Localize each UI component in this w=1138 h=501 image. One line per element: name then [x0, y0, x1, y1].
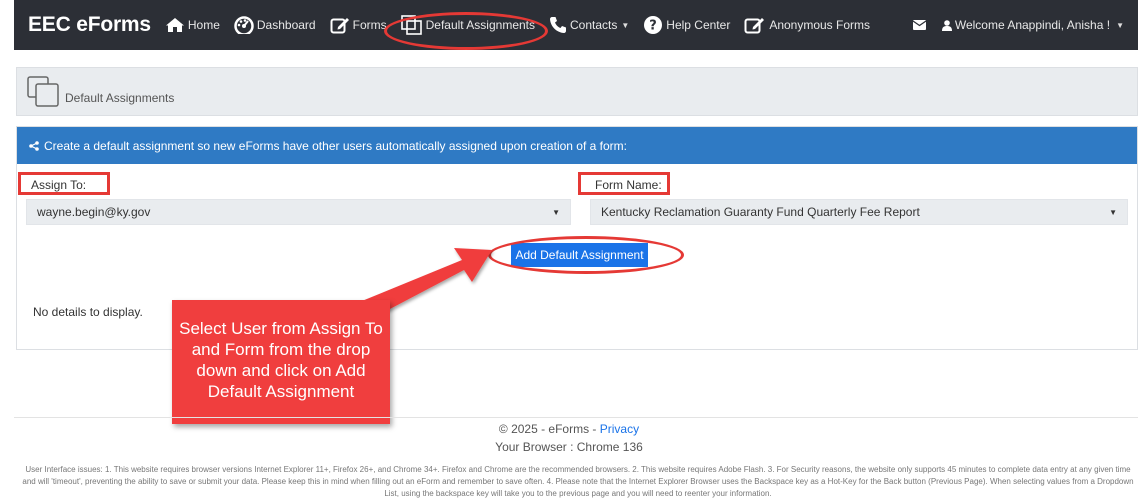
clone-icon	[27, 75, 59, 107]
clone-icon	[400, 15, 422, 35]
nav-forms-label: Forms	[352, 18, 387, 32]
edit-icon	[744, 18, 765, 34]
envelope-icon[interactable]	[912, 20, 926, 30]
nav-contacts-label: Contacts	[570, 18, 618, 32]
footer-divider	[14, 417, 1138, 418]
browser-info: Your Browser : Chrome 136	[495, 440, 643, 454]
assign-to-label: Assign To:	[31, 178, 87, 192]
phone-icon	[550, 17, 566, 33]
nav-anonymous-forms-label: Anonymous Forms	[769, 18, 871, 32]
form-name-value: Kentucky Reclamation Guaranty Fund Quart…	[601, 205, 920, 219]
chevron-down-icon: ▼	[1116, 20, 1124, 30]
user-icon	[941, 19, 952, 31]
nav-default-assignments[interactable]: Default Assignments	[400, 0, 535, 50]
dashboard-icon	[234, 16, 254, 34]
brand-logo-text[interactable]: EEC eForms	[28, 13, 151, 37]
nav-dashboard-label: Dashboard	[256, 18, 316, 32]
nav-dashboard[interactable]: Dashboard	[234, 0, 316, 50]
nav-contacts[interactable]: Contacts ▼	[549, 0, 629, 50]
svg-text:?: ?	[650, 19, 658, 34]
welcome-text: Welcome Anappindi, Anisha !	[954, 18, 1111, 32]
assign-to-select[interactable]: wayne.begin@ky.gov ▼	[26, 199, 571, 225]
nav-anonymous-forms[interactable]: Anonymous Forms	[744, 0, 870, 50]
page-title-panel: Default Assignments	[16, 67, 1138, 116]
add-default-assignment-button[interactable]: Add Default Assignment	[511, 243, 648, 267]
home-icon	[165, 18, 184, 32]
page-title: Default Assignments	[65, 90, 175, 105]
nav-default-assignments-label: Default Assignments	[425, 18, 535, 32]
edit-icon	[330, 18, 349, 34]
chevron-down-icon: ▼	[552, 207, 560, 217]
copyright: © 2025 - eForms - Privacy	[0, 422, 1138, 436]
nav-help-center[interactable]: ? Help Center	[643, 0, 730, 50]
chevron-down-icon: ▼	[621, 20, 630, 30]
question-circle-icon: ?	[644, 16, 663, 34]
card-header: Create a default assignment so new eForm…	[17, 127, 1137, 164]
privacy-link[interactable]: Privacy	[600, 422, 639, 436]
nav-home[interactable]: Home	[165, 0, 220, 50]
navbar-right: Welcome Anappindi, Anisha ! ▼	[912, 0, 1138, 50]
nav-help-center-label: Help Center	[666, 18, 731, 32]
share-icon	[29, 140, 39, 151]
assign-to-value: wayne.begin@ky.gov	[37, 205, 151, 219]
top-navbar: EEC eForms Home Dashboard Forms Default …	[14, 0, 1138, 50]
chevron-down-icon: ▼	[1109, 207, 1117, 217]
nav-home-label: Home	[187, 18, 220, 32]
ui-issues-notice: User Interface issues: 1. This website r…	[22, 465, 1134, 498]
form-name-label: Form Name:	[595, 178, 662, 192]
nav-forms[interactable]: Forms	[330, 0, 387, 50]
empty-message: No details to display.	[33, 305, 143, 319]
card-header-text: Create a default assignment so new eForm…	[44, 138, 627, 153]
copyright-text: © 2025 - eForms -	[498, 422, 600, 436]
form-name-select[interactable]: Kentucky Reclamation Guaranty Fund Quart…	[590, 199, 1128, 225]
instruction-callout: Select User from Assign To and Form from…	[172, 300, 390, 424]
user-menu[interactable]: Welcome Anappindi, Anisha ! ▼	[941, 18, 1124, 32]
